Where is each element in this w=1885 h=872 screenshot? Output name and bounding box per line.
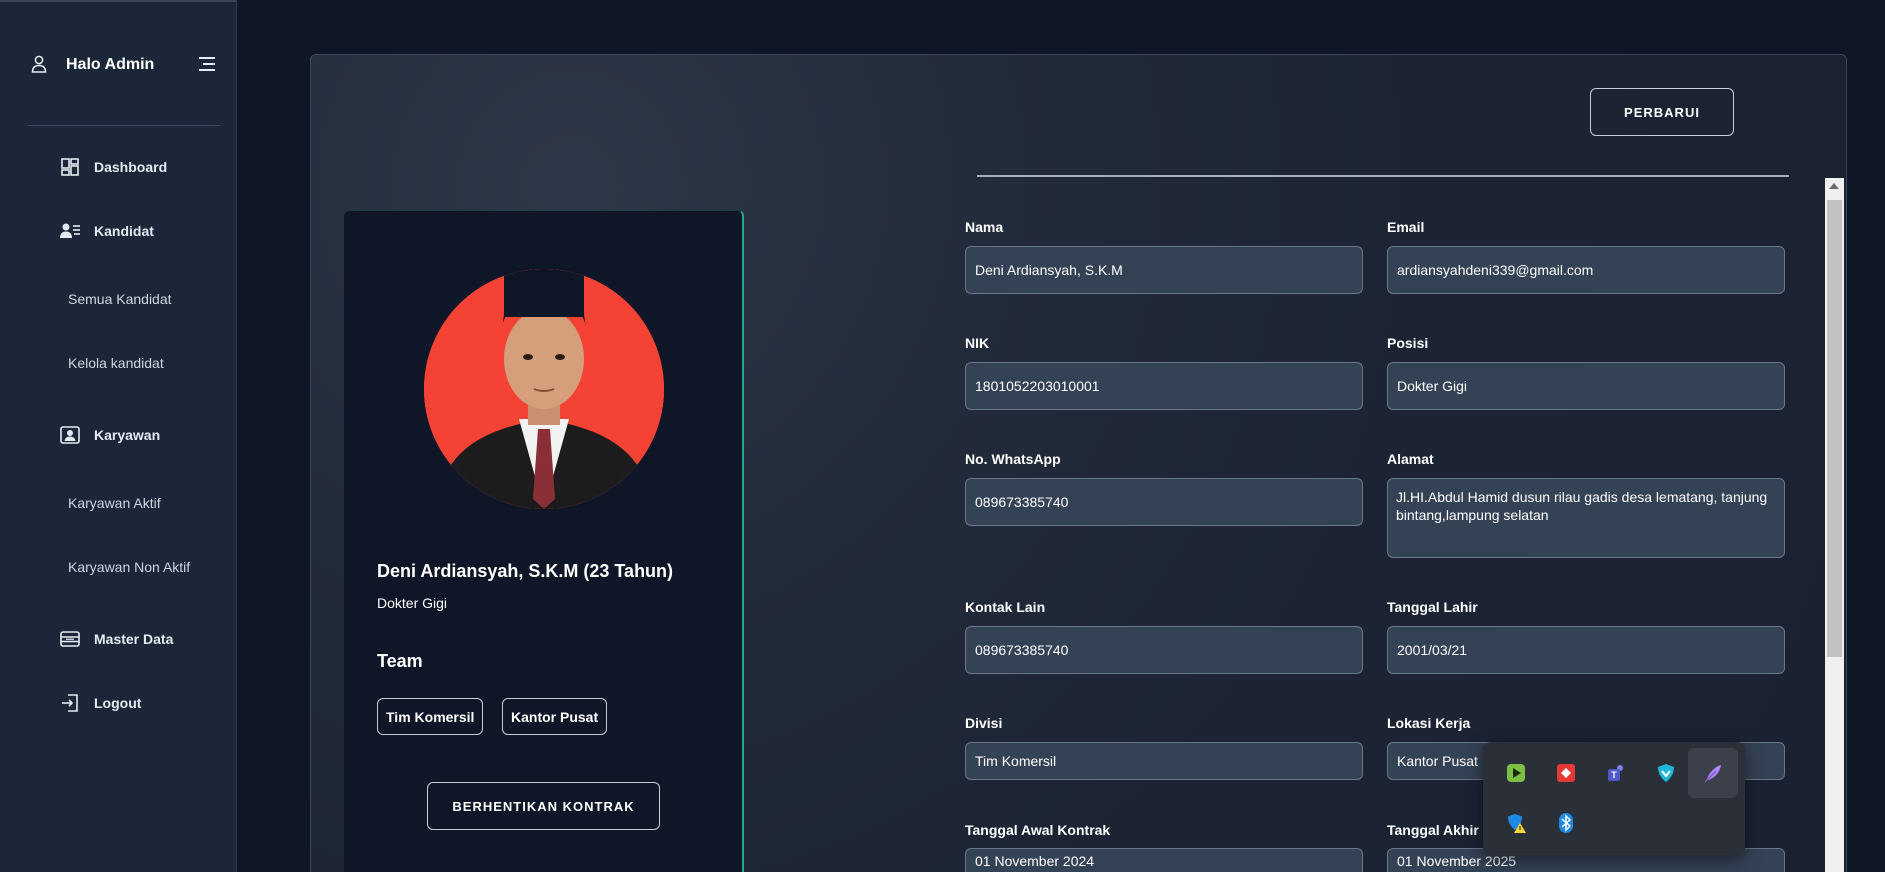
svg-text:T: T xyxy=(1611,770,1617,780)
nama-input[interactable] xyxy=(965,246,1363,294)
sidebar-subitem-karyawan-aktif[interactable]: Karyawan Aktif xyxy=(68,495,161,511)
sidebar-subitem-semua-kandidat[interactable]: Semua Kandidat xyxy=(68,291,172,307)
sidebar-item-master-data[interactable]: Master Data xyxy=(60,627,173,651)
dashboard-icon xyxy=(61,158,79,176)
profile-name: Deni Ardiansyah, S.K.M (23 Tahun) xyxy=(377,561,674,581)
user-icon xyxy=(31,55,47,73)
database-icon xyxy=(60,631,80,647)
tanggal-awal-label: Tanggal Awal Kontrak xyxy=(965,822,1111,838)
teams-icon[interactable]: T xyxy=(1605,762,1627,784)
divisi-label: Divisi xyxy=(965,715,1003,731)
update-button[interactable]: PERBARUI xyxy=(1590,88,1734,136)
tanggal-lahir-label: Tanggal Lahir xyxy=(1387,599,1478,615)
email-input[interactable] xyxy=(1387,246,1785,294)
sidebar-item-karyawan[interactable]: Karyawan xyxy=(60,423,160,447)
sidebar-item-label: Karyawan xyxy=(94,427,161,443)
feather-icon[interactable] xyxy=(1702,762,1724,784)
sidebar-divider xyxy=(28,125,220,126)
sidebar-item-kandidat[interactable]: Kandidat xyxy=(60,219,154,243)
user-list-icon xyxy=(60,223,80,238)
team-heading: Team xyxy=(377,651,423,671)
nvidia-icon[interactable] xyxy=(1505,762,1527,784)
anydesk-icon[interactable] xyxy=(1555,762,1577,784)
lokasi-kerja-label: Lokasi Kerja xyxy=(1387,715,1471,731)
nama-label: Nama xyxy=(965,219,1004,235)
avatar xyxy=(424,269,664,509)
nik-input[interactable] xyxy=(965,362,1363,410)
logout-icon xyxy=(62,694,78,712)
menu-icon[interactable] xyxy=(198,55,216,73)
profile-photo xyxy=(424,269,664,509)
sidebar-item-label: Logout xyxy=(94,695,142,711)
defender-warning-icon[interactable] xyxy=(1505,812,1527,834)
sidebar-item-label: Dashboard xyxy=(94,159,168,175)
sidebar-header: Halo Admin xyxy=(0,52,237,80)
vpn-shield-icon[interactable] xyxy=(1655,762,1677,784)
sidebar-subitem-karyawan-non-aktif[interactable]: Karyawan Non Aktif xyxy=(68,559,190,575)
system-tray-overflow: T xyxy=(1483,742,1745,855)
sidebar-subitem-kelola-kandidat[interactable]: Kelola kandidat xyxy=(68,355,164,371)
team-chip: Tim Komersil xyxy=(377,698,484,735)
scroll-up-arrow-icon[interactable] xyxy=(1829,183,1839,189)
sidebar-item-logout[interactable]: Logout xyxy=(60,691,141,715)
profile-role: Dokter Gigi xyxy=(377,595,448,611)
divisi-input[interactable] xyxy=(965,742,1363,780)
whatsapp-input[interactable] xyxy=(965,478,1363,526)
nik-label: NIK xyxy=(965,335,990,351)
tanggal-lahir-input[interactable] xyxy=(1387,626,1785,674)
bluetooth-icon[interactable] xyxy=(1555,812,1577,834)
tanggal-awal-input[interactable] xyxy=(965,848,1363,872)
whatsapp-label: No. WhatsApp xyxy=(965,451,1061,467)
sidebar-item-label: Kandidat xyxy=(94,223,154,239)
scrollbar-thumb[interactable] xyxy=(1827,200,1842,657)
employee-badge-icon xyxy=(60,426,80,444)
posisi-label: Posisi xyxy=(1387,335,1429,351)
alamat-label: Alamat xyxy=(1387,451,1434,467)
profile-card: Deni Ardiansyah, S.K.M (23 Tahun) Dokter… xyxy=(344,210,744,872)
team-chip: Kantor Pusat xyxy=(502,698,608,735)
posisi-input[interactable] xyxy=(1387,362,1785,410)
kontak-lain-label: Kontak Lain xyxy=(965,599,1046,615)
kontak-lain-input[interactable] xyxy=(965,626,1363,674)
sidebar-item-label: Master Data xyxy=(94,631,174,647)
stop-contract-button[interactable]: BERHENTIKAN KONTRAK xyxy=(427,782,660,830)
email-label: Email xyxy=(1387,219,1425,235)
alamat-textarea[interactable]: Jl.HI.Abdul Hamid dusun rilau gadis desa… xyxy=(1387,478,1785,558)
sidebar: Halo Admin Dashboard Kandidat Semua Kand… xyxy=(0,0,237,872)
section-divider xyxy=(977,175,1789,177)
sidebar-item-dashboard[interactable]: Dashboard xyxy=(60,155,167,179)
sidebar-title: Halo Admin xyxy=(66,56,155,73)
tanggal-akhir-label: Tanggal Akhir K xyxy=(1387,822,1493,838)
